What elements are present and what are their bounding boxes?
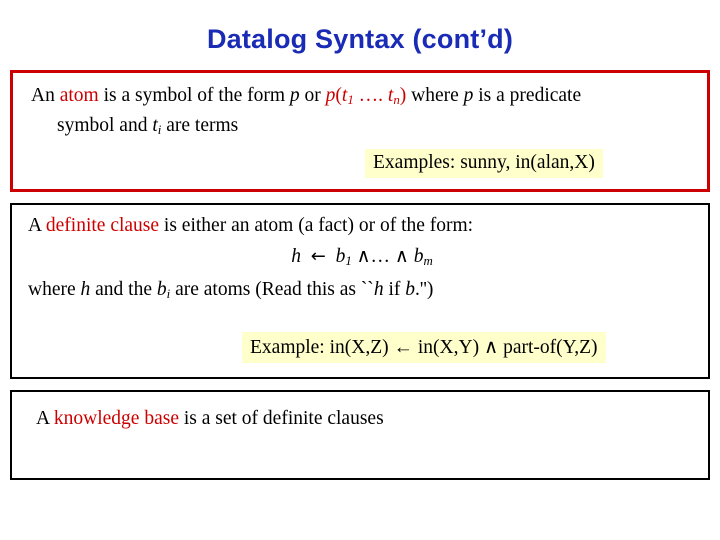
atom-p1: p — [289, 85, 300, 106]
kb-line-pre: A — [36, 408, 54, 429]
kb-line-post: is a set of definite clauses — [178, 408, 384, 429]
atom-line1-end: is a predicate — [473, 85, 582, 106]
clause-line1-post: is either an atom (a fact) or of the for… — [159, 215, 474, 236]
definite-clause-box: A definite clause is either an atom (a f… — [10, 203, 710, 379]
formula-b1-sub: 1 — [345, 253, 352, 268]
and-icon-2: ∧ — [394, 245, 409, 267]
clause-line1-pre: A — [28, 215, 46, 236]
clause-line3-b2: b — [405, 279, 415, 300]
atom-line2-post: are terms — [161, 114, 239, 136]
atom-line1-mid: is a symbol of the form — [98, 85, 290, 106]
formula-dots: … — [370, 246, 391, 267]
clause-line3-h2: h — [373, 279, 384, 300]
atom-line1-pre: An — [31, 85, 60, 106]
atom-line2: symbol and ti are terms — [31, 113, 699, 143]
clause-formula: h ← b1 ∧… ∧ bm — [12, 245, 712, 269]
kb-keyword: knowledge base — [53, 408, 179, 429]
page-title: Datalog Syntax (cont’d) — [206, 24, 514, 54]
clause-example-highlight: Example: in(X,Z) ← in(X,Y) ∧ part-of(Y,Z… — [242, 332, 606, 363]
clause-line3-mid: and the — [90, 279, 157, 300]
slide: Datalog Syntax (cont’d) An atom is a sym… — [0, 0, 720, 540]
atom-example-highlight: Examples: sunny, in(alan,X) — [365, 149, 603, 178]
clause-line3-h: h — [80, 279, 91, 300]
formula-bm-sub: m — [423, 253, 433, 268]
atom-line1-post: where — [406, 85, 464, 106]
clause-line3-if: if — [383, 279, 406, 300]
atom-dots: …. — [353, 85, 388, 106]
clause-definition-text: A definite clause is either an atom (a f… — [28, 213, 698, 239]
atom-definition-text: An atom is a symbol of the form p or p(t… — [31, 83, 699, 143]
clause-line3-end: .'') — [414, 279, 434, 300]
formula-b1: b — [335, 246, 346, 267]
formula-bm: b — [413, 246, 424, 267]
atom-definition-box: An atom is a symbol of the form p or p(t… — [10, 70, 710, 192]
knowledge-base-box: A knowledge base is a set of definite cl… — [10, 390, 710, 480]
clause-explanation: where h and the bi are atoms (Read this … — [28, 279, 698, 302]
atom-p3: p — [463, 85, 474, 106]
and-icon-1: ∧ — [356, 245, 371, 267]
kb-definition-text: A knowledge base is a set of definite cl… — [36, 406, 384, 432]
atom-line1-or: or — [299, 85, 326, 106]
clause-line3-post: are atoms (Read this as `` — [170, 279, 374, 300]
atom-keyword: atom — [59, 85, 99, 106]
atom-p2: p — [325, 85, 336, 106]
clause-line3-pre: where — [28, 279, 81, 300]
formula-h: h — [291, 246, 301, 267]
left-arrow-icon: ← — [310, 246, 326, 267]
clause-keyword: definite clause — [45, 215, 160, 236]
clause-line3-b: b — [156, 279, 167, 300]
atom-line2-pre: symbol and — [57, 114, 153, 136]
